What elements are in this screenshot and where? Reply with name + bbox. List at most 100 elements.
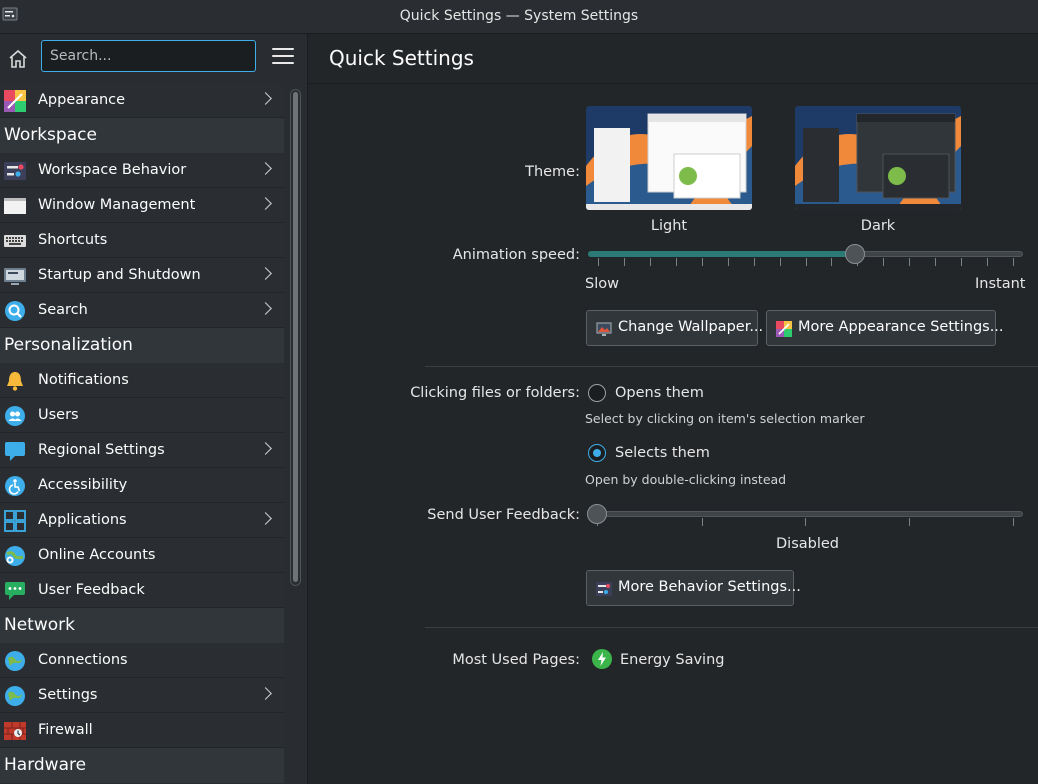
workspace-behavior-icon xyxy=(596,582,612,596)
chevron-right-icon xyxy=(259,92,272,105)
sidebar-item-startup-and-shutdown[interactable]: Startup and Shutdown xyxy=(0,258,284,293)
opens-them-radio[interactable] xyxy=(588,384,606,402)
chevron-right-icon xyxy=(259,162,272,175)
slider-tick xyxy=(883,258,885,266)
selects-them-label[interactable]: Selects them xyxy=(615,445,710,461)
sidebar-item-online-accounts[interactable]: Online Accounts xyxy=(0,538,284,573)
sidebar-scrollbar[interactable] xyxy=(290,89,301,586)
sidebar-item-settings[interactable]: Settings xyxy=(0,678,284,713)
slider-tick xyxy=(702,518,703,526)
appearance-icon xyxy=(776,321,792,337)
sidebar-item-label: Online Accounts xyxy=(38,547,156,563)
chevron-right-icon xyxy=(259,197,272,210)
sidebar-item-shortcuts[interactable]: Shortcuts xyxy=(0,223,284,258)
hamburger-menu-icon[interactable] xyxy=(272,48,294,68)
theme-dark-preview[interactable] xyxy=(795,106,961,210)
category-header-label: Workspace xyxy=(4,125,97,145)
sidebar-item-users[interactable]: Users xyxy=(0,398,284,433)
keyboard-icon xyxy=(4,235,26,247)
sidebar-category-header: Network xyxy=(0,608,284,643)
slider-tick xyxy=(779,258,781,266)
page-title: Quick Settings xyxy=(329,46,474,70)
search-icon xyxy=(5,301,25,321)
sidebar-item-regional-settings[interactable]: Regional Settings xyxy=(0,433,284,468)
sidebar-item-user-feedback[interactable]: User Feedback xyxy=(0,573,284,608)
feedback-slider-track[interactable] xyxy=(588,511,1023,517)
chevron-right-icon xyxy=(259,302,272,315)
sidebar-item-window-management[interactable]: Window Management xyxy=(0,188,284,223)
sidebar-item-label: Workspace Behavior xyxy=(38,162,187,178)
clicking-files-label: Clicking files or folders: xyxy=(410,385,580,401)
sidebar-item-search[interactable]: Search xyxy=(0,293,284,328)
slider-tick xyxy=(935,258,937,266)
section-divider-1 xyxy=(425,366,1038,367)
slider-tick xyxy=(701,258,703,266)
slider-tick xyxy=(831,258,833,266)
slow-label: Slow xyxy=(585,276,619,292)
sidebar-item-firewall[interactable]: Firewall xyxy=(0,713,284,748)
sidebar-category-header: Hardware xyxy=(0,748,284,783)
users-icon xyxy=(5,406,25,426)
slider-tick xyxy=(987,258,989,266)
sidebar-item-label: Firewall xyxy=(38,722,93,738)
sidebar-item-label: Search xyxy=(38,302,88,318)
sidebar-item-applications[interactable]: Applications xyxy=(0,503,284,538)
window-title: Quick Settings — System Settings xyxy=(399,8,639,24)
scrollbar-thumb[interactable] xyxy=(293,92,298,582)
more-behavior-settings-button[interactable]: More Behavior Settings... xyxy=(586,570,801,606)
theme-light-preview[interactable] xyxy=(586,106,752,210)
slider-tick xyxy=(623,258,625,266)
appearance-icon xyxy=(4,90,26,112)
theme-dark-caption: Dark xyxy=(860,218,896,234)
sidebar-category-header: Personalization xyxy=(0,328,284,363)
sidebar-item-label: Connections xyxy=(38,652,128,668)
slider-tick xyxy=(961,258,963,266)
category-header-label: Network xyxy=(4,615,75,635)
more-appearance-settings-button[interactable]: More Appearance Settings... xyxy=(766,310,1004,346)
slider-tick xyxy=(675,258,677,266)
chevron-right-icon xyxy=(259,267,272,280)
opens-them-hint: Select by clicking on item's selection m… xyxy=(585,411,865,426)
slider-tick xyxy=(1013,258,1014,266)
selects-them-radio[interactable] xyxy=(588,444,606,462)
sidebar-item-label: Accessibility xyxy=(38,477,128,493)
slider-tick xyxy=(753,258,755,266)
sidebar-item-workspace-behavior[interactable]: Workspace Behavior xyxy=(0,153,284,188)
theme-label: Theme: xyxy=(525,164,580,180)
home-icon[interactable] xyxy=(6,47,30,71)
change-wallpaper-button[interactable]: Change Wallpaper... xyxy=(586,310,763,346)
energy-saving-icon xyxy=(592,649,612,669)
sidebar-item-label: User Feedback xyxy=(38,582,145,598)
section-divider-2 xyxy=(425,627,1038,628)
opens-them-label[interactable]: Opens them xyxy=(615,385,704,401)
online-accounts-icon xyxy=(5,546,25,566)
sidebar-item-label: Appearance xyxy=(38,92,126,108)
sidebar: Appearance Workspace Workspace Behavior Win… xyxy=(0,34,308,784)
slider-tick xyxy=(1013,518,1014,526)
change-wallpaper-label: Change Wallpaper... xyxy=(618,319,764,335)
sidebar-item-appearance[interactable]: Appearance xyxy=(0,83,284,118)
sidebar-item-accessibility[interactable]: Accessibility xyxy=(0,468,284,503)
slider-tick xyxy=(805,258,807,266)
applications-icon xyxy=(4,510,26,532)
chevron-right-icon xyxy=(259,687,272,700)
send-user-feedback-label: Send User Feedback: xyxy=(427,507,580,523)
workspace-behavior-icon xyxy=(4,162,26,180)
sidebar-item-label: Shortcuts xyxy=(38,232,108,248)
energy-saving-label[interactable]: Energy Saving xyxy=(620,652,724,668)
search-input[interactable] xyxy=(41,40,256,72)
category-header-label: Personalization xyxy=(4,335,133,355)
sidebar-category-header: Workspace xyxy=(0,118,284,153)
sidebar-list: Appearance Workspace Workspace Behavior Win… xyxy=(0,83,284,783)
slider-tick xyxy=(909,258,911,266)
theme-light-caption: Light xyxy=(650,218,688,234)
globe-icon xyxy=(5,686,25,706)
feedback-slider-handle[interactable] xyxy=(587,504,607,524)
instant-label: Instant xyxy=(975,276,1026,292)
chevron-right-icon xyxy=(259,442,272,455)
animation-slider-handle[interactable] xyxy=(845,244,866,264)
sidebar-item-notifications[interactable]: Notifications xyxy=(0,363,284,398)
sidebar-item-label: Startup and Shutdown xyxy=(38,267,201,283)
feedback-icon xyxy=(5,582,25,600)
sidebar-item-connections[interactable]: Connections xyxy=(0,643,284,678)
